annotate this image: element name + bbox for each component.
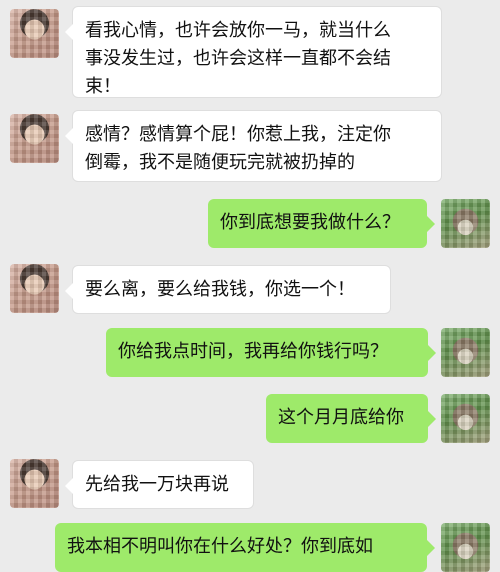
contact-avatar[interactable]: [10, 9, 59, 58]
contact-avatar[interactable]: [10, 114, 59, 163]
incoming-message-bubble: 要么离，要么给我钱，你选一个！: [65, 265, 391, 314]
user-avatar[interactable]: [441, 523, 490, 572]
outgoing-message-bubble: 你给我点时间，我再给你钱行吗？: [106, 328, 436, 377]
incoming-message-bubble: 看我心情，也许会放你一马，就当什么 事没发生过，也许会这样一直都不会结 束！: [65, 6, 442, 98]
chat-conversation: 看我心情，也许会放你一马，就当什么 事没发生过，也许会这样一直都不会结 束！ 感…: [0, 0, 500, 572]
user-avatar[interactable]: [441, 328, 490, 377]
contact-avatar[interactable]: [10, 459, 59, 508]
contact-avatar[interactable]: [10, 264, 59, 313]
incoming-message-bubble: 先给我一万块再说: [65, 460, 254, 509]
incoming-message-bubble: 感情？感情算个屁！你惹上我，注定你 倒霉，我不是随便玩完就被扔掉的: [65, 110, 442, 182]
outgoing-message-bubble: 我本相不明叫你在什么好处？你到底如: [55, 523, 435, 572]
user-avatar[interactable]: [441, 394, 490, 443]
outgoing-message-bubble: 这个月月底给你: [266, 394, 436, 443]
outgoing-message-bubble: 你到底想要我做什么？: [208, 199, 435, 248]
user-avatar[interactable]: [441, 199, 490, 248]
